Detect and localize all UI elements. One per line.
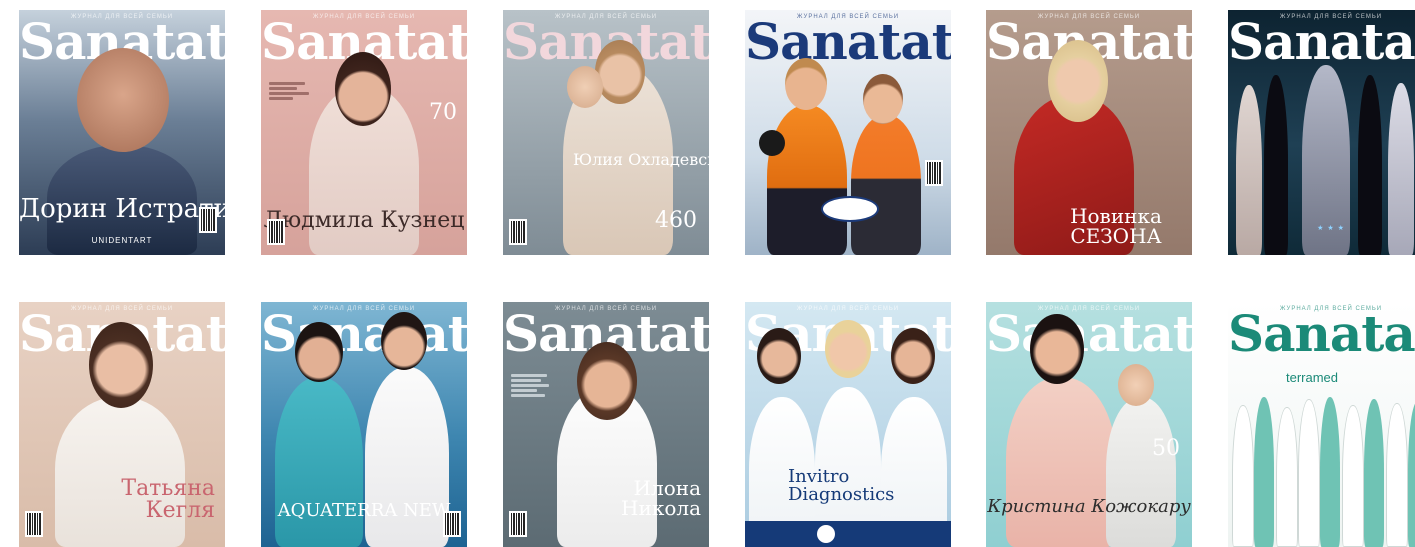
cover-sidebar-text — [511, 372, 557, 399]
magazine-cover[interactable]: журнал для всей семьи Sanatate Новинка С… — [986, 10, 1192, 255]
cover-barcode — [509, 511, 527, 537]
cover-headline: Дорин Истрати — [19, 194, 225, 224]
cover-headline: Людмила Кузнец — [263, 208, 465, 233]
magazine-cover[interactable]: журнал для всей семьи Sanatate ★ ★ ★ — [1228, 10, 1415, 255]
cover-barcode — [509, 219, 527, 245]
cover-portrait — [767, 105, 847, 255]
magazine-cover[interactable]: журнал для всей семьи Sanatate Илона Ник… — [503, 302, 709, 547]
magazine-cover-grid: журнал для всей семьи Sanatate Дорин Ист… — [0, 0, 1415, 547]
cover-portrait-head — [335, 52, 391, 126]
cover-masthead: Sanatate — [261, 304, 467, 363]
cover-group-figure — [1298, 399, 1320, 547]
cover-badge — [821, 196, 879, 222]
magazine-cover[interactable]: журнал для всей семьи Sanatate Татьяна К… — [19, 302, 225, 547]
cover-headline: Кристина Кожокару — [987, 496, 1191, 517]
cover-group-figure — [1342, 405, 1364, 547]
magazine-cover[interactable]: журнал для всей семьи Sanatate Кристина … — [986, 302, 1192, 547]
cover-group-figure — [1364, 399, 1384, 547]
cover-portrait-head — [89, 322, 153, 408]
cover-portrait-head — [77, 48, 169, 152]
cover-portrait-head-2 — [863, 74, 903, 124]
cover-portrait-head — [577, 342, 637, 420]
cover-footer-logo — [817, 525, 835, 543]
cover-headline: Юлия Охладевска — [573, 150, 709, 169]
magazine-cover[interactable]: журнал для всей семьи Sanatate AQUATERRA… — [261, 302, 467, 547]
cover-group-figure — [1386, 403, 1408, 547]
cover-subline: ★ ★ ★ — [1317, 225, 1345, 232]
cover-group-figure — [1232, 405, 1254, 547]
cover-number: 50 — [1152, 436, 1180, 461]
cover-headline: AQUATERRA NEW — [277, 500, 451, 521]
cover-portrait-head — [595, 40, 645, 104]
cover-masthead: Sanatate — [1228, 304, 1415, 363]
cover-group-figure — [1254, 397, 1274, 547]
cover-headline: Татьяна Кегля — [121, 476, 215, 523]
cover-headline: Invitro Diagnostics — [788, 466, 895, 505]
cover-child-head — [567, 66, 603, 108]
cover-child — [1106, 397, 1176, 547]
cover-portrait — [1006, 377, 1116, 547]
cover-portrait-head — [757, 328, 801, 384]
cover-portrait — [55, 397, 185, 547]
cover-portrait — [275, 377, 363, 547]
magazine-cover[interactable]: журнал для всей семьи Sanatate — [745, 10, 951, 255]
cover-portrait-head — [1048, 40, 1108, 122]
cover-barcode — [267, 219, 285, 245]
cover-barcode — [925, 160, 943, 186]
cover-portrait-head — [785, 58, 827, 110]
cover-group-figure — [1408, 401, 1415, 547]
cover-group-figure — [1320, 397, 1340, 547]
cover-masthead: Sanatate — [745, 12, 951, 71]
magazine-cover[interactable]: журнал для всей семьи Sanatate Дорин Ист… — [19, 10, 225, 255]
magazine-cover[interactable]: журнал для всей семьи Sanatate Invitro D… — [745, 302, 951, 547]
cover-number: 70 — [429, 100, 457, 125]
magazine-cover[interactable]: журнал для всей семьи Sanatate Людмила К… — [261, 10, 467, 255]
cover-masthead: Sanatate — [986, 304, 1192, 363]
cover-barcode — [25, 511, 43, 537]
cover-portrait-head — [295, 322, 343, 382]
cover-footer-band — [745, 521, 951, 547]
cover-portrait-head-2 — [381, 312, 427, 370]
cover-sidebar-text — [269, 80, 315, 102]
cover-child-head — [1118, 364, 1154, 406]
cover-group-figure — [1276, 407, 1298, 547]
cover-barcode — [199, 207, 217, 233]
cover-headline: Илона Никола — [621, 476, 701, 520]
cover-portrait-head-2 — [825, 320, 871, 378]
cover-subline: UNIDENTART — [91, 236, 153, 245]
magazine-cover[interactable]: журнал для всей семьи Sanatate terramed — [1228, 302, 1415, 547]
cover-dumbbell — [759, 130, 785, 156]
cover-masthead: Sanatate — [1228, 12, 1415, 71]
cover-number: 460 — [655, 208, 697, 233]
cover-barcode — [443, 511, 461, 537]
cover-portrait-head-3 — [891, 328, 935, 384]
cover-portrait-head — [1030, 314, 1084, 384]
cover-portrait-2 — [851, 115, 921, 255]
cover-partner-logo: terramed — [1286, 370, 1339, 385]
magazine-cover[interactable]: журнал для всей семьи Sanatate Юлия Охла… — [503, 10, 709, 255]
cover-headline: Новинка СЕЗОНА — [1070, 204, 1162, 248]
